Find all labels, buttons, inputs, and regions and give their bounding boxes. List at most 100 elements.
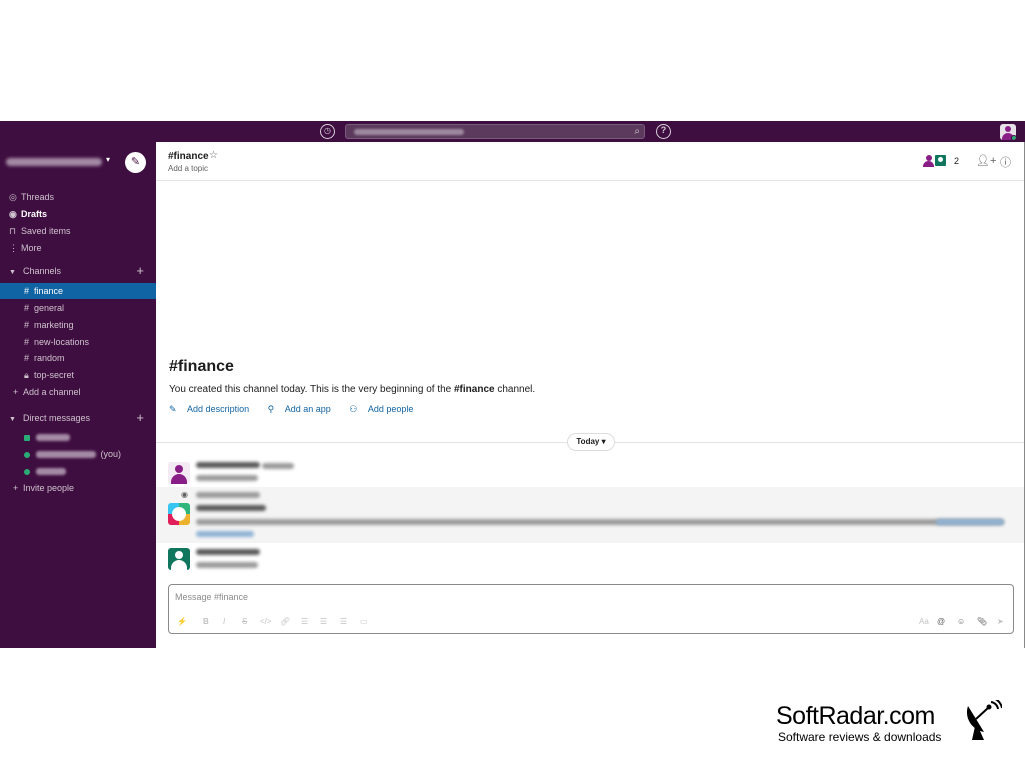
dm-section-header[interactable]: ▼ Direct messages +	[0, 410, 156, 426]
ordered-list-icon[interactable]: ☰	[301, 617, 308, 626]
member-avatars[interactable]	[922, 154, 950, 168]
strikethrough-icon[interactable]: S	[242, 617, 247, 626]
channels-section-header[interactable]: ▼ Channels +	[0, 263, 156, 279]
add-app-link[interactable]: ⚲ Add an app	[268, 404, 339, 414]
attachment-icon[interactable]: 📎︎	[977, 617, 987, 626]
bookmark-icon: ⊓	[9, 226, 17, 236]
channel-label: new-locations	[34, 337, 90, 347]
dm-item[interactable]	[0, 429, 156, 445]
watermark-title: SoftRadar.com	[776, 702, 935, 730]
add-app-label: Add an app	[284, 404, 331, 414]
sidebar-item-label: Drafts	[21, 209, 48, 219]
message-input[interactable]: Message #finance	[175, 592, 248, 602]
sidebar-item-new-locations[interactable]: # new-locations	[0, 334, 156, 350]
sidebar-item-finance[interactable]: # finance	[0, 283, 156, 299]
sidebar-item-label: More	[21, 243, 42, 253]
intro-title: #finance	[169, 358, 234, 375]
dm-item-self[interactable]: (you)	[0, 446, 156, 462]
workspace-name-redacted[interactable]	[6, 158, 102, 166]
sidebar-item-saved[interactable]: ⊓ Saved items	[0, 223, 156, 239]
italic-icon[interactable]: I	[223, 617, 225, 626]
avatar-head	[1005, 126, 1011, 132]
formatting-toggle-icon[interactable]: Aa	[919, 617, 929, 626]
sidebar-item-drafts[interactable]: ◉ Drafts	[0, 206, 156, 222]
add-channel-button[interactable]: + Add a channel	[0, 384, 156, 400]
user-avatar[interactable]	[1000, 124, 1016, 140]
code-block-icon[interactable]: ▭	[360, 617, 368, 626]
code-icon[interactable]: </>	[260, 617, 272, 626]
section-label: Channels	[23, 266, 62, 276]
page-background	[0, 0, 1025, 121]
channel-label: random	[34, 353, 65, 363]
message-link-redacted[interactable]	[196, 531, 254, 537]
hash-icon: #	[24, 320, 30, 330]
add-people-link[interactable]: ⚇ Add people	[349, 404, 421, 414]
intro-channel-name: #finance	[454, 384, 495, 395]
search-bar[interactable]: ⌕	[345, 124, 645, 139]
add-dm-plus-icon[interactable]: +	[136, 410, 144, 426]
invite-people-button[interactable]: + Invite people	[0, 480, 156, 496]
sidebar-item-general[interactable]: # general	[0, 300, 156, 316]
timestamp-redacted	[262, 463, 294, 469]
message-text-redacted	[196, 562, 258, 568]
presence-dot	[24, 451, 30, 458]
clock-icon[interactable]: ◷	[320, 124, 335, 139]
shortcuts-icon[interactable]: ⚡	[177, 617, 187, 626]
search-icon: ⌕	[634, 126, 640, 137]
add-topic-link[interactable]: Add a topic	[168, 164, 208, 173]
member-avatar	[934, 154, 947, 167]
message-item[interactable]	[156, 543, 1024, 575]
message-link-redacted[interactable]	[936, 519, 1004, 525]
avatar[interactable]	[168, 548, 190, 570]
send-icon[interactable]: ➤	[997, 617, 1004, 626]
day-divider-button[interactable]: Today ▾	[567, 433, 615, 451]
add-description-link[interactable]: ✎ Add description	[169, 404, 257, 414]
bulleted-list-icon[interactable]: ☰	[320, 617, 327, 626]
chevron-down-icon[interactable]: ▾	[106, 155, 110, 164]
radar-dish-icon	[966, 700, 1002, 740]
lock-icon: 🔒︎	[24, 370, 29, 380]
member-count[interactable]: 2	[954, 156, 959, 166]
star-icon[interactable]: ☆	[209, 150, 218, 161]
channel-label: top-secret	[34, 370, 75, 380]
person-icon: ⚇	[349, 404, 360, 414]
channel-title[interactable]: #finance	[168, 151, 209, 162]
message-item[interactable]: ◉	[156, 487, 1024, 543]
hash-icon: #	[24, 303, 30, 313]
add-person-icon[interactable]: 👤︎+	[976, 154, 996, 167]
avatar[interactable]	[168, 462, 190, 484]
sidebar-item-label: Saved items	[21, 226, 71, 236]
plus-icon: +	[13, 387, 19, 397]
drafts-icon: ◉	[9, 209, 17, 219]
hash-icon: #	[24, 337, 30, 347]
sidebar-item-marketing[interactable]: # marketing	[0, 317, 156, 333]
bold-icon[interactable]: B	[203, 617, 209, 626]
sidebar-item-top-secret[interactable]: 🔒︎ top-secret	[0, 367, 156, 383]
more-icon: ⋮	[9, 243, 18, 253]
dm-item[interactable]	[0, 463, 156, 479]
sidebar-item-more[interactable]: ⋮ More	[0, 240, 156, 256]
pencil-icon: ✎	[169, 404, 180, 414]
channel-header: #finance ☆ Add a topic 2 👤︎+ ⓘ	[156, 142, 1024, 181]
watermark-subtitle: Software reviews & downloads	[778, 730, 942, 744]
you-suffix: (you)	[100, 449, 122, 459]
info-icon[interactable]: ⓘ	[1000, 154, 1011, 170]
mention-icon[interactable]: @	[937, 617, 945, 626]
help-icon[interactable]: ?	[656, 124, 671, 139]
sender-name-redacted	[196, 549, 260, 555]
sidebar-item-threads[interactable]: ◎ Threads	[0, 189, 156, 205]
sidebar: ▾ ✎ ◎ Threads ◉ Drafts ⊓ Saved items ⋮ More …	[0, 142, 156, 648]
app-icon: ⚲	[267, 404, 277, 414]
sidebar-item-random[interactable]: # random	[0, 350, 156, 366]
message-item[interactable]	[156, 457, 1024, 487]
compose-button[interactable]: ✎	[125, 152, 146, 173]
eye-icon: ◉	[181, 490, 188, 499]
link-icon[interactable]: 🔗︎	[280, 617, 290, 626]
add-description-label: Add description	[187, 404, 250, 414]
slackbot-avatar[interactable]	[168, 503, 190, 525]
presence-dot	[24, 468, 30, 475]
blockquote-icon[interactable]: ☰	[340, 617, 347, 626]
emoji-icon[interactable]: ☺	[957, 617, 965, 626]
message-composer[interactable]: Message #finance ⚡ B I S </> 🔗︎ ☰ ☰ ☰ ▭ …	[168, 584, 1014, 634]
add-channel-plus-icon[interactable]: +	[136, 263, 144, 279]
